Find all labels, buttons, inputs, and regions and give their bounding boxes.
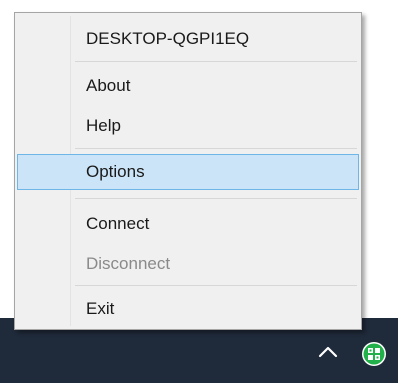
- menu-item-label: Disconnect: [86, 254, 171, 273]
- chevron-up-icon[interactable]: [316, 342, 340, 362]
- menu-separator: [75, 285, 357, 286]
- menu-item-label: DESKTOP-QGPI1EQ: [86, 29, 250, 48]
- desktop-screen: DESKTOP-QGPI1EQ About Help Options Conne…: [0, 0, 398, 383]
- menu-separator: [75, 198, 357, 199]
- menu-item-exit[interactable]: Exit: [17, 291, 359, 327]
- menu-item-label: About: [86, 76, 131, 95]
- green-network-app-icon[interactable]: [361, 341, 387, 367]
- menu-item-options[interactable]: Options: [17, 154, 359, 190]
- menu-separator: [75, 148, 357, 149]
- menu-item-help[interactable]: Help: [17, 108, 359, 144]
- menu-separator: [75, 61, 357, 62]
- menu-item-computer-name[interactable]: DESKTOP-QGPI1EQ: [17, 21, 359, 57]
- menu-item-label: Exit: [86, 299, 115, 318]
- menu-item-label: Help: [86, 116, 121, 135]
- menu-item-label: Connect: [86, 214, 150, 233]
- menu-item-about[interactable]: About: [17, 68, 359, 104]
- tray-context-menu: DESKTOP-QGPI1EQ About Help Options Conne…: [14, 12, 362, 330]
- menu-item-disconnect: Disconnect: [17, 246, 359, 282]
- menu-item-label: Options: [86, 162, 145, 181]
- menu-item-connect[interactable]: Connect: [17, 206, 359, 242]
